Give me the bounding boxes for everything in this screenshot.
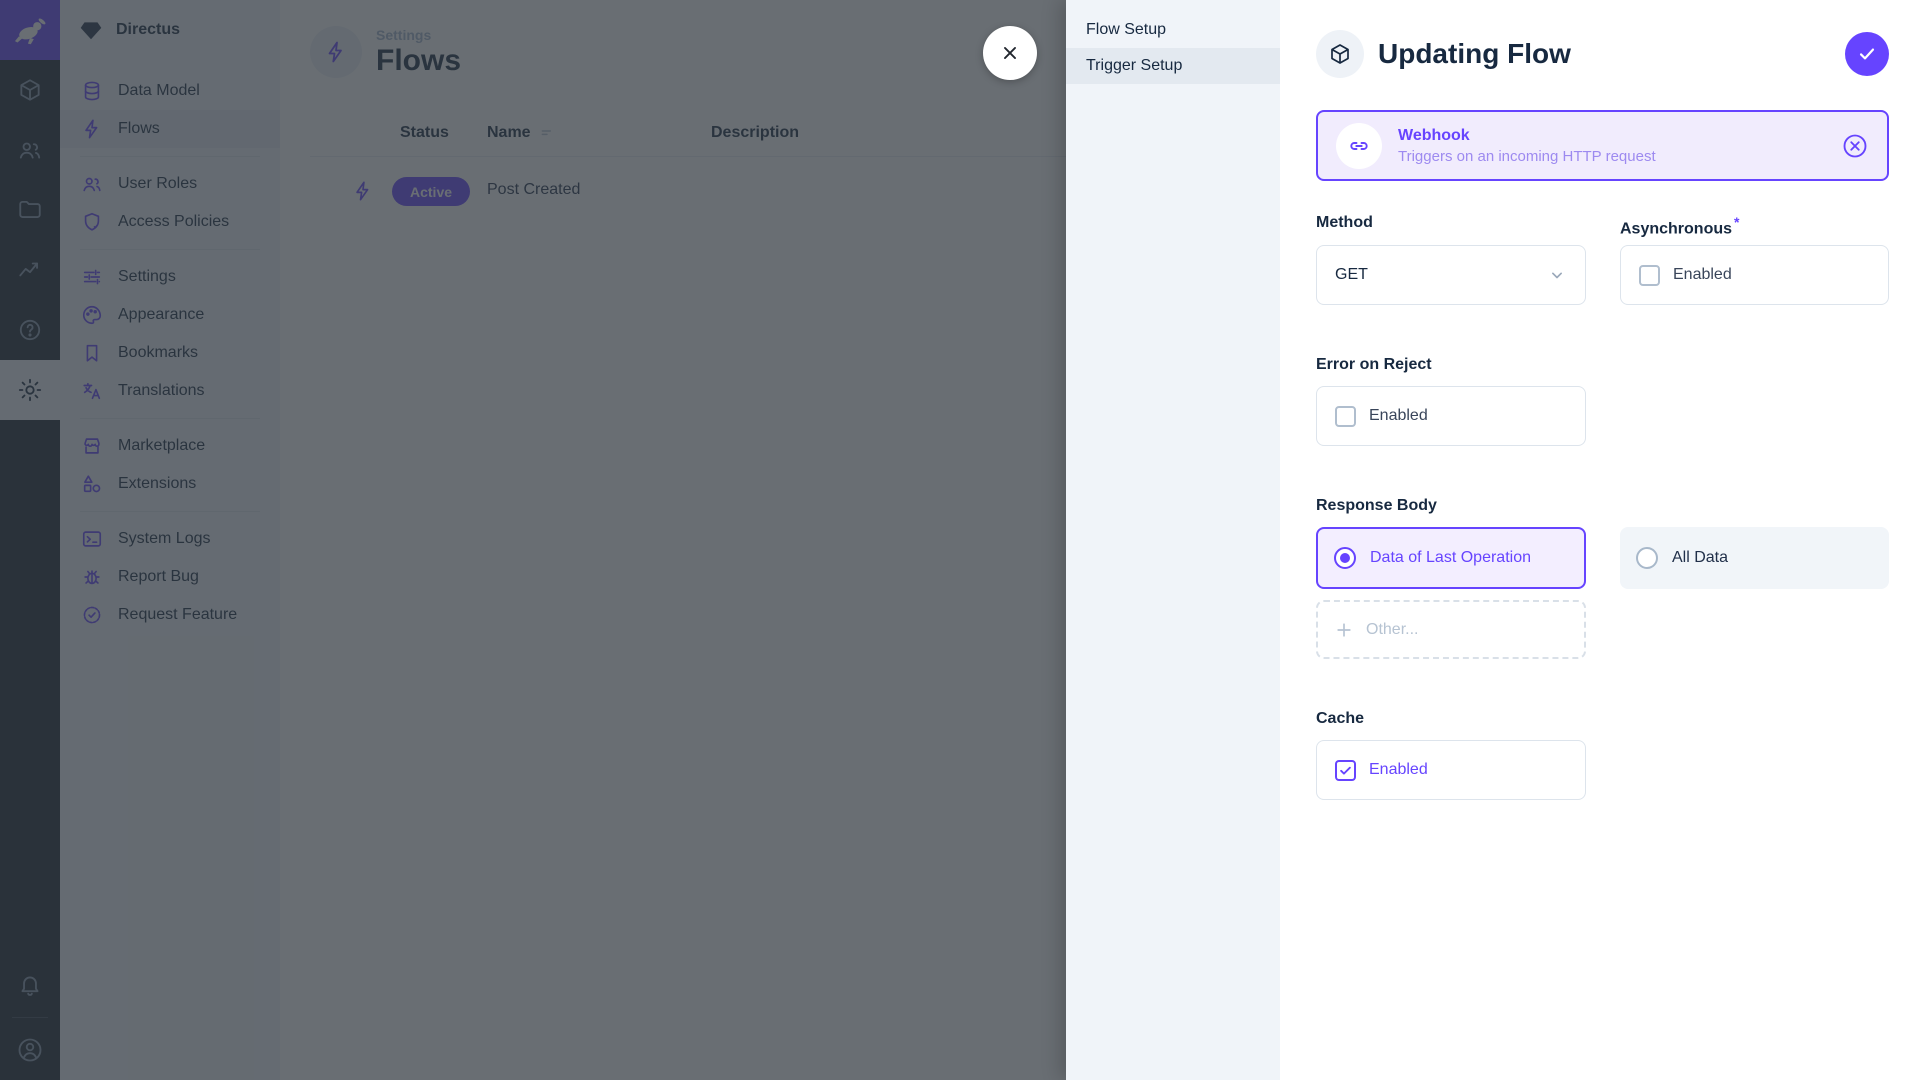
error-on-reject-field: Enabled xyxy=(1316,386,1586,446)
drawer-title-icon xyxy=(1316,30,1364,78)
webhook-trigger-banner[interactable]: Webhook Triggers on an incoming HTTP req… xyxy=(1316,110,1889,181)
directus-app: Directus Data Model Flows User Roles xyxy=(0,0,1920,1080)
asynchronous-checkbox-label: Enabled xyxy=(1673,266,1732,284)
error-on-reject-checkbox-label: Enabled xyxy=(1369,407,1428,425)
drawer-header: Updating Flow xyxy=(1316,28,1889,80)
asynchronous-field: Enabled xyxy=(1620,245,1889,305)
cache-checkbox[interactable] xyxy=(1335,760,1356,781)
check-icon xyxy=(1856,43,1878,65)
drawer-nav-flow-setup[interactable]: Flow Setup xyxy=(1066,12,1280,48)
cube-icon xyxy=(1328,42,1352,66)
method-select[interactable]: GET xyxy=(1316,245,1586,305)
required-asterisk: * xyxy=(1734,214,1739,230)
response-body-option-last-operation[interactable]: Data of Last Operation xyxy=(1316,527,1586,589)
response-body-label: Response Body xyxy=(1316,497,1586,515)
method-label: Method xyxy=(1316,214,1586,232)
cache-checkbox-label: Enabled xyxy=(1369,761,1428,779)
dismiss-circle-icon xyxy=(1841,132,1869,160)
error-on-reject-label: Error on Reject xyxy=(1316,356,1586,374)
asynchronous-checkbox[interactable] xyxy=(1639,265,1660,286)
radio-selected-icon xyxy=(1334,547,1356,569)
trigger-subtitle: Triggers on an incoming HTTP request xyxy=(1398,148,1656,165)
plus-icon xyxy=(1334,620,1354,640)
save-button[interactable] xyxy=(1845,32,1889,76)
error-on-reject-checkbox[interactable] xyxy=(1335,406,1356,427)
cache-field: Enabled xyxy=(1316,740,1586,800)
response-body-option-all-data[interactable]: All Data xyxy=(1620,527,1889,589)
remove-trigger-button[interactable] xyxy=(1841,132,1869,160)
link-icon xyxy=(1336,123,1382,169)
method-select-value: GET xyxy=(1335,266,1368,284)
close-drawer-button[interactable] xyxy=(983,26,1037,80)
chevron-down-icon xyxy=(1547,265,1567,285)
response-body-other-button[interactable]: Other... xyxy=(1316,600,1586,659)
asynchronous-label: Asynchronous* xyxy=(1620,214,1889,238)
radio-unselected-icon xyxy=(1636,547,1658,569)
drawer-title: Updating Flow xyxy=(1378,38,1571,70)
close-icon xyxy=(999,42,1021,64)
trigger-title: Webhook xyxy=(1398,127,1656,145)
drawer-panel: Updating Flow Webhook Triggers on an inc… xyxy=(1280,0,1920,1080)
other-label: Other... xyxy=(1366,621,1418,639)
flow-drawer: Flow Setup Trigger Setup Updating Flow W… xyxy=(1066,0,1920,1080)
drawer-nav-trigger-setup[interactable]: Trigger Setup xyxy=(1066,48,1280,84)
cache-label: Cache xyxy=(1316,710,1586,728)
check-icon xyxy=(1338,763,1353,778)
drawer-nav: Flow Setup Trigger Setup xyxy=(1066,0,1280,1080)
